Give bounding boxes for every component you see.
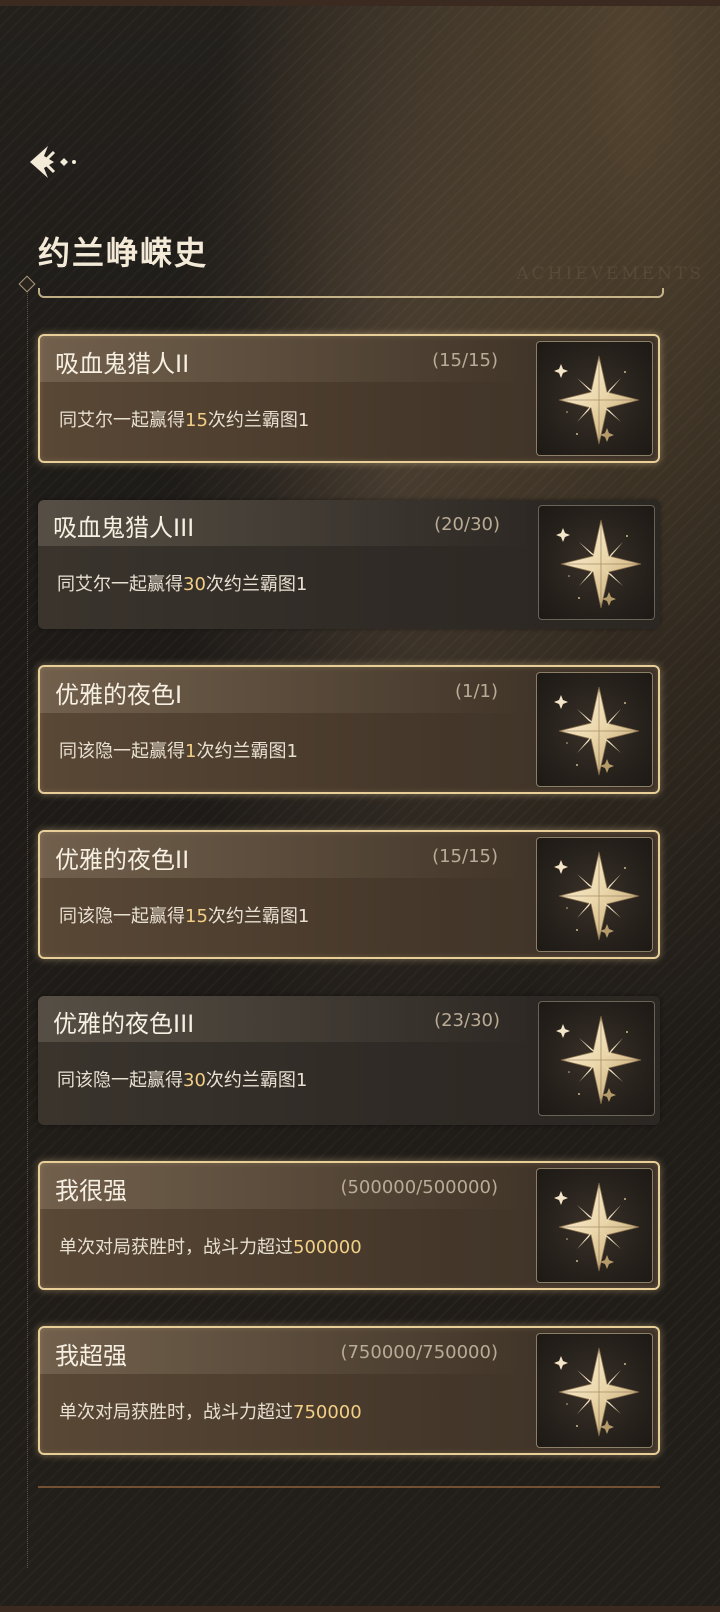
achievement-progress: (15/15) [432, 350, 498, 371]
achievement-progress: (23/30) [434, 1010, 500, 1031]
description-text: 单次对局获胜时，战斗力超过 [59, 1402, 293, 1423]
achievement-progress: (15/15) [432, 846, 498, 867]
description-text: 单次对局获胜时，战斗力超过 [59, 1237, 293, 1258]
description-text-end: 次约兰霸图1 [207, 906, 310, 927]
compass-star-icon [554, 1347, 640, 1437]
achievement-progress: (1/1) [454, 681, 498, 702]
bottom-edge [0, 1606, 720, 1612]
description-text: 同该隐一起赢得 [59, 906, 185, 927]
achievement-card[interactable]: 优雅的夜色I (1/1) 同该隐一起赢得1次约兰霸图1 [38, 665, 660, 794]
description-text: 同艾尔一起赢得 [59, 410, 185, 431]
compass-star-icon [554, 686, 640, 776]
compass-star-icon [554, 1182, 640, 1272]
description-text-end: 次约兰霸图1 [196, 741, 298, 762]
description-target-number: 1 [185, 741, 197, 762]
description-text-end: 次约兰霸图1 [205, 1070, 308, 1091]
compass-star-icon [554, 355, 640, 445]
achievement-description: 同艾尔一起赢得15次约兰霸图1 [59, 406, 309, 432]
achievement-title: 优雅的夜色I [55, 681, 183, 709]
achievement-description: 单次对局获胜时，战斗力超过750000 [59, 1398, 362, 1424]
achievement-card[interactable]: 优雅的夜色III (23/30) 同该隐一起赢得30次约兰霸图1 [38, 996, 660, 1125]
achievement-progress: (500000/500000) [340, 1177, 498, 1198]
achievement-card[interactable]: 我很强 (500000/500000) 单次对局获胜时，战斗力超过500000 [38, 1161, 660, 1290]
achievement-title: 优雅的夜色III [53, 1010, 195, 1038]
achievement-title: 我超强 [55, 1342, 127, 1370]
compass-star-icon [556, 1015, 642, 1105]
achievement-description: 同该隐一起赢得30次约兰霸图1 [57, 1066, 307, 1092]
compass-star-icon [554, 851, 640, 941]
description-target-number: 30 [183, 1070, 206, 1091]
achievement-badge [538, 505, 655, 620]
achievement-card[interactable]: 吸血鬼猎人II (15/15) 同艾尔一起赢得15次约兰霸图1 [38, 334, 660, 463]
achievement-badge [536, 341, 653, 456]
description-target-number: 15 [185, 410, 208, 431]
achievement-badge [538, 1001, 655, 1116]
description-text-end: 次约兰霸图1 [205, 574, 308, 595]
achievement-description: 同艾尔一起赢得30次约兰霸图1 [57, 570, 307, 596]
achievement-list: 吸血鬼猎人II (15/15) 同艾尔一起赢得15次约兰霸图1 吸血鬼猎人III (20… [0, 0, 720, 1612]
achievement-title: 吸血鬼猎人III [53, 514, 195, 542]
achievement-card[interactable]: 优雅的夜色II (15/15) 同该隐一起赢得15次约兰霸图1 [38, 830, 660, 959]
description-text-end: 次约兰霸图1 [207, 410, 310, 431]
achievement-description: 同该隐一起赢得15次约兰霸图1 [59, 902, 309, 928]
achievement-badge [536, 837, 653, 952]
description-target-number: 30 [183, 574, 206, 595]
description-target-number: 750000 [293, 1402, 362, 1423]
achievement-description: 单次对局获胜时，战斗力超过500000 [59, 1233, 362, 1259]
compass-star-icon [556, 519, 642, 609]
achievement-title: 优雅的夜色II [55, 846, 190, 874]
description-text: 同艾尔一起赢得 [57, 574, 183, 595]
description-text: 同该隐一起赢得 [57, 1070, 183, 1091]
achievement-title: 我很强 [55, 1177, 127, 1205]
description-target-number: 15 [185, 906, 208, 927]
achievement-title: 吸血鬼猎人II [55, 350, 190, 378]
achievement-description: 同该隐一起赢得1次约兰霸图1 [59, 737, 298, 763]
achievement-progress: (750000/750000) [340, 1342, 498, 1363]
achievement-card[interactable]: 吸血鬼猎人III (20/30) 同艾尔一起赢得30次约兰霸图1 [38, 500, 660, 629]
achievement-card[interactable]: 我超强 (750000/750000) 单次对局获胜时，战斗力超过750000 [38, 1326, 660, 1455]
achievement-badge [536, 672, 653, 787]
achievement-progress: (20/30) [434, 514, 500, 535]
list-bottom-rule [38, 1486, 660, 1488]
achievement-badge [536, 1168, 653, 1283]
description-text: 同该隐一起赢得 [59, 741, 185, 762]
description-target-number: 500000 [293, 1237, 362, 1258]
achievement-badge [536, 1333, 653, 1448]
